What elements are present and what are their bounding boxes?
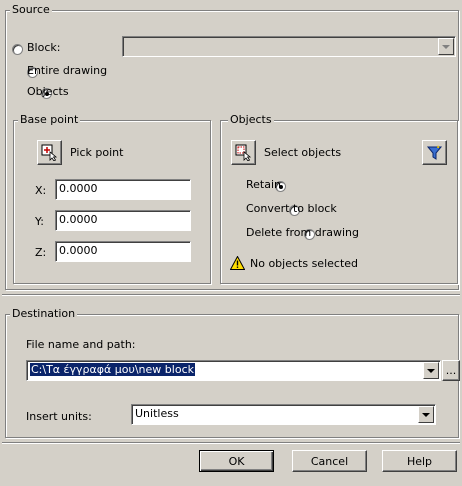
z-coordinate-input[interactable]: 0.0000 [55, 241, 191, 262]
quick-select-filter-icon [426, 145, 443, 160]
select-objects-icon-button[interactable] [231, 140, 256, 165]
warning-icon [230, 256, 245, 270]
browse-label: ... [445, 364, 457, 377]
block-radio[interactable] [12, 44, 23, 55]
destination-legend: Destination [10, 307, 78, 320]
select-objects-label[interactable]: Select objects [264, 146, 341, 159]
button-bar-divider [2, 442, 460, 444]
block-name-combobox [122, 36, 456, 57]
cancel-button[interactable]: Cancel [292, 450, 367, 472]
insert-units-select[interactable]: Unitless [131, 404, 436, 425]
file-path-value[interactable]: C:\Τα έγγραφά μου\new block [30, 363, 195, 376]
objects-legend: Objects [228, 113, 274, 126]
convert-to-block-label[interactable]: Convert to block [246, 202, 337, 215]
no-objects-selected-text: No objects selected [250, 257, 359, 270]
x-label: X: [35, 184, 47, 197]
browse-button[interactable]: ... [442, 360, 460, 381]
cancel-label: Cancel [310, 454, 349, 468]
section-divider [2, 294, 460, 296]
pick-point-icon-button[interactable] [37, 140, 62, 165]
retain-label[interactable]: Retain [246, 178, 281, 191]
help-button[interactable]: Help [382, 450, 457, 472]
insert-units-label: Insert units: [26, 410, 92, 423]
entire-drawing-label[interactable]: Entire drawing [27, 64, 107, 77]
select-objects-icon [235, 144, 252, 161]
file-path-combobox[interactable]: C:\Τα έγγραφά μου\new block [26, 360, 441, 381]
file-path-label: File name and path: [26, 338, 136, 351]
ok-label: OK [228, 454, 245, 468]
quick-select-button[interactable] [422, 140, 447, 165]
base-point-legend: Base point [18, 113, 81, 126]
chevron-down-icon[interactable] [423, 362, 439, 379]
source-legend: Source [10, 3, 52, 16]
chevron-down-icon[interactable] [418, 406, 434, 423]
z-label: Z: [35, 246, 47, 259]
y-coordinate-input[interactable]: 0.0000 [55, 210, 191, 231]
insert-units-value: Unitless [135, 407, 179, 420]
block-label[interactable]: Block: [27, 41, 60, 54]
objects-source-label[interactable]: Objects [27, 85, 69, 98]
ok-button[interactable]: OK [199, 450, 274, 472]
chevron-down-icon [438, 38, 454, 55]
x-coordinate-input[interactable]: 0.0000 [55, 179, 191, 200]
y-label: Y: [35, 215, 44, 228]
help-label: Help [406, 454, 433, 468]
pick-point-label[interactable]: Pick point [70, 146, 123, 159]
pick-point-icon [41, 144, 58, 161]
delete-from-drawing-label[interactable]: Delete from drawing [246, 226, 359, 239]
